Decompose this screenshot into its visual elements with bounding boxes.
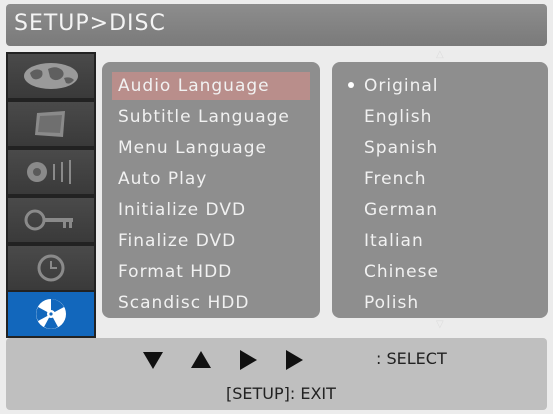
option-spanish[interactable]: Spanish bbox=[364, 134, 534, 162]
arrow-right-icon bbox=[240, 350, 257, 370]
sidebar-item-time[interactable] bbox=[8, 246, 94, 290]
menu-item-audio-language[interactable]: Audio Language bbox=[112, 72, 310, 100]
option-german[interactable]: German bbox=[364, 196, 534, 224]
option-chinese[interactable]: Chinese bbox=[364, 258, 534, 286]
speaker-icon bbox=[27, 160, 71, 184]
arrow-down-icon bbox=[143, 352, 163, 369]
globe-icon bbox=[24, 63, 78, 89]
clock-icon bbox=[37, 254, 65, 282]
sidebar-item-language[interactable] bbox=[8, 54, 94, 98]
sidebar-item-parental[interactable] bbox=[8, 198, 94, 242]
option-italian[interactable]: Italian bbox=[364, 227, 534, 255]
exit-hint: [SETUP]: EXIT bbox=[226, 384, 336, 403]
menu-item-initialize-dvd[interactable]: Initialize DVD bbox=[112, 196, 310, 224]
page-title: SETUP>DISC bbox=[14, 11, 166, 36]
sidebar-item-audio[interactable] bbox=[8, 150, 94, 194]
selected-bullet-icon bbox=[348, 82, 354, 88]
menu-item-finalize-dvd[interactable]: Finalize DVD bbox=[112, 227, 310, 255]
options-list: △ Original English Spanish French German… bbox=[332, 50, 548, 330]
disc-icon bbox=[36, 299, 66, 329]
scroll-down-icon[interactable]: ▽ bbox=[436, 320, 444, 330]
option-french[interactable]: French bbox=[364, 165, 534, 193]
arrow-up-icon bbox=[191, 351, 211, 368]
select-hint: : SELECT bbox=[376, 349, 447, 368]
sidebar bbox=[6, 52, 96, 338]
menu-item-auto-play[interactable]: Auto Play bbox=[112, 165, 310, 193]
tv-screen-icon bbox=[35, 111, 65, 137]
sidebar-item-video[interactable] bbox=[8, 102, 94, 146]
arrow-enter-icon bbox=[286, 350, 303, 370]
option-polish[interactable]: Polish bbox=[364, 289, 534, 317]
menu-item-scandisc-hdd[interactable]: Scandisc HDD bbox=[112, 289, 310, 317]
title-bar: SETUP>DISC bbox=[6, 4, 547, 46]
menu-item-subtitle-language[interactable]: Subtitle Language bbox=[112, 103, 310, 131]
menu-item-format-hdd[interactable]: Format HDD bbox=[112, 258, 310, 286]
menu-item-menu-language[interactable]: Menu Language bbox=[112, 134, 310, 162]
option-original[interactable]: Original bbox=[364, 72, 534, 100]
key-icon bbox=[24, 209, 73, 231]
nav-key-hints bbox=[142, 346, 330, 374]
settings-menu: Audio Language Subtitle Language Menu La… bbox=[102, 62, 320, 318]
scroll-up-icon[interactable]: △ bbox=[436, 50, 444, 60]
option-english[interactable]: English bbox=[364, 103, 534, 131]
sidebar-item-disc[interactable] bbox=[8, 292, 94, 336]
footer-hint-bar: : SELECT [SETUP]: EXIT bbox=[6, 338, 547, 410]
